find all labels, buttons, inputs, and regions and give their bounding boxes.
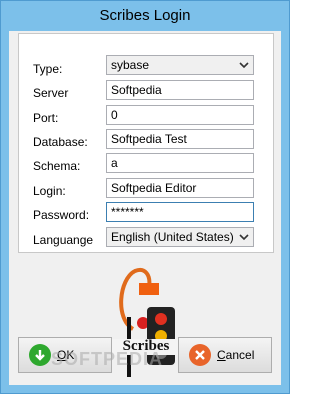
login-input[interactable]: Softpedia Editor [106,178,254,198]
port-label: Port: [33,111,59,125]
server-label: Server [33,86,69,100]
language-select-value: English (United States) [111,230,234,244]
port-input[interactable]: 0 [106,105,254,125]
login-window: Scribes Login Type: sybase Server Softpe… [0,0,290,394]
password-label: Password: [33,208,90,222]
password-input[interactable]: ******* [106,202,254,222]
cancel-button[interactable]: Cancel [178,337,272,373]
language-label: Languange [33,233,94,247]
chevron-down-icon [239,234,249,241]
type-select[interactable]: sybase [106,55,254,75]
chevron-down-icon [239,62,249,69]
down-arrow-icon [29,344,51,366]
database-label: Database: [33,135,88,149]
window-title: Scribes Login [99,7,191,24]
database-input[interactable]: Softpedia Test [106,129,254,149]
dialog-body: Type: sybase Server Softpedia Port: 0 Da… [9,31,281,385]
schema-input[interactable]: a [106,153,254,173]
login-form-panel: Type: sybase Server Softpedia Port: 0 Da… [18,33,274,253]
cancel-icon [189,344,211,366]
server-input[interactable]: Softpedia [106,80,254,100]
softpedia-watermark: SOFTPEDIA [51,349,164,369]
login-label: Login: [33,184,66,198]
schema-label: Schema: [33,159,81,173]
type-label: Type: [33,62,63,76]
type-select-value: sybase [111,58,150,72]
cancel-button-label: Cancel [217,348,255,362]
language-select[interactable]: English (United States) [106,227,254,247]
